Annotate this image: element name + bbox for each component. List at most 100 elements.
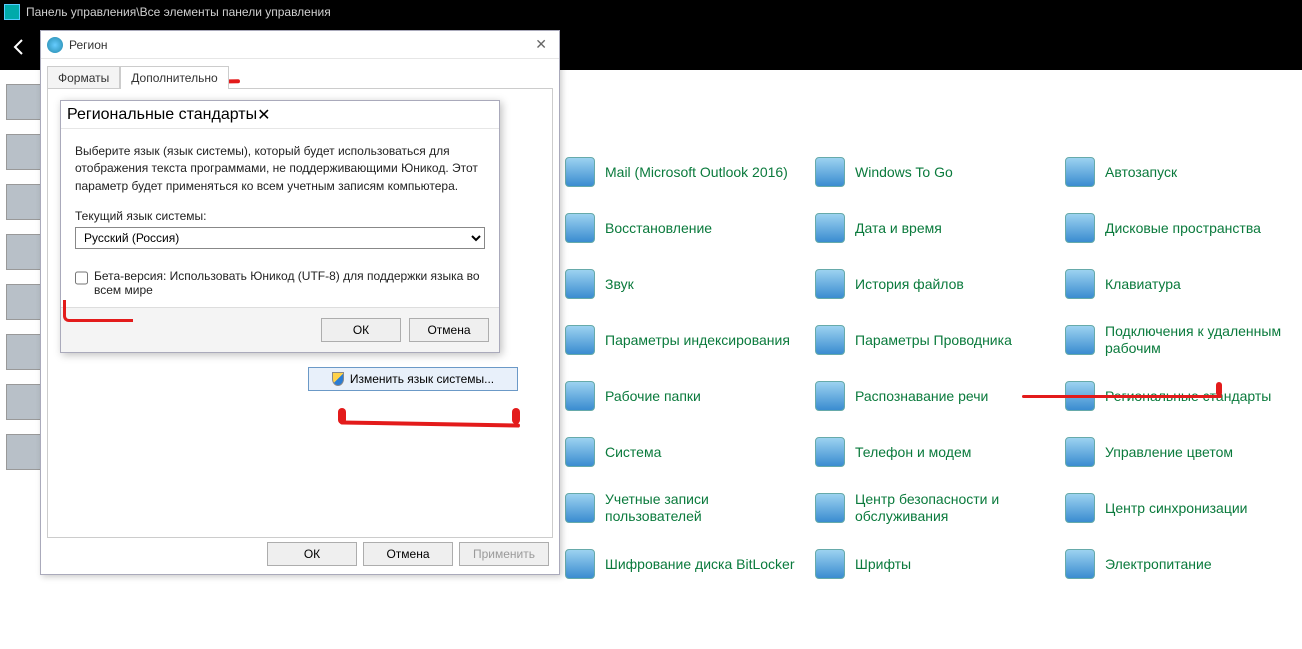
system-locale-select[interactable]: Русский (Россия) (75, 227, 485, 249)
cp-item-security-maint[interactable]: Центр безопасности и обслуживания (815, 486, 1055, 530)
dialog-titlebar: Региональные стандарты ✕ (61, 101, 499, 129)
cp-item-label: Управление цветом (1105, 444, 1233, 461)
cp-item-autoplay[interactable]: Автозапуск (1065, 150, 1302, 194)
cp-item-explorer-options[interactable]: Параметры Проводника (815, 318, 1055, 362)
cp-item-storage-spaces[interactable]: Дисковые пространства (1065, 206, 1302, 250)
cancel-button[interactable]: Отмена (363, 542, 453, 566)
cp-item-label: Электропитание (1105, 556, 1212, 573)
cp-item-label: Учетные записи пользователей (605, 491, 805, 525)
work-folders-icon (565, 381, 595, 411)
cp-item-label: Звук (605, 276, 634, 293)
cp-item-label: Подключения к удаленным рабочим (1105, 323, 1302, 357)
cp-item-sound[interactable]: Звук (565, 262, 805, 306)
ok-button[interactable]: ОК (321, 318, 401, 342)
speech-icon (815, 381, 845, 411)
title-bar-text: Панель управления\Все элементы панели уп… (26, 5, 331, 19)
cp-item-label: Рабочие папки (605, 388, 701, 405)
strip-icon (6, 184, 42, 220)
cp-item-sync-center[interactable]: Центр синхронизации (1065, 486, 1302, 530)
cp-item-label: Центр безопасности и обслуживания (855, 491, 1055, 525)
cp-item-label: Параметры Проводника (855, 332, 1012, 349)
strip-icon (6, 84, 42, 120)
storage-spaces-icon (1065, 213, 1095, 243)
cp-item-label: Восстановление (605, 220, 712, 237)
beta-utf8-label: Бета-версия: Использовать Юникод (UTF-8)… (94, 269, 485, 297)
cp-item-fonts[interactable]: Шрифты (815, 542, 1055, 586)
phone-modem-icon (815, 437, 845, 467)
cp-item-indexing[interactable]: Параметры индексирования (565, 318, 805, 362)
cp-item-user-accounts[interactable]: Учетные записи пользователей (565, 486, 805, 530)
cp-item-recovery[interactable]: Восстановление (565, 206, 805, 250)
power-icon (1065, 549, 1095, 579)
arrow-left-icon (10, 37, 30, 57)
ok-button[interactable]: ОК (267, 542, 357, 566)
security-maint-icon (815, 493, 845, 523)
dialog-title: Регион (69, 38, 108, 52)
remote-desktop-icon (1065, 325, 1095, 355)
tab-formats[interactable]: Форматы (47, 66, 120, 89)
cp-item-label: Параметры индексирования (605, 332, 790, 349)
title-bar: Панель управления\Все элементы панели уп… (0, 0, 1302, 24)
back-button[interactable] (0, 27, 40, 67)
tab-advanced[interactable]: Дополнительно (120, 66, 228, 89)
apply-button[interactable]: Применить (459, 542, 549, 566)
sound-icon (565, 269, 595, 299)
cp-item-remote-desktop[interactable]: Подключения к удаленным рабочим (1065, 318, 1302, 362)
cp-item-power[interactable]: Электропитание (1065, 542, 1302, 586)
cp-item-phone-modem[interactable]: Телефон и модем (815, 430, 1055, 474)
beta-utf8-row: Бета-версия: Использовать Юникод (UTF-8)… (75, 269, 485, 297)
cp-item-date-time[interactable]: Дата и время (815, 206, 1055, 250)
dialog-titlebar: Регион ✕ (41, 31, 559, 59)
cp-item-windows-to-go[interactable]: Windows To Go (815, 150, 1055, 194)
cp-item-label: Распознавание речи (855, 388, 988, 405)
cp-item-label: Автозапуск (1105, 164, 1177, 181)
cp-item-label: Шрифты (855, 556, 911, 573)
close-button[interactable]: ✕ (257, 105, 270, 125)
indexing-icon (565, 325, 595, 355)
change-system-locale-button[interactable]: Изменить язык системы... (308, 367, 518, 391)
change-system-locale-label: Изменить язык системы... (350, 372, 494, 386)
autoplay-icon (1065, 157, 1095, 187)
cp-item-color-mgmt[interactable]: Управление цветом (1065, 430, 1302, 474)
cp-item-label: Система (605, 444, 661, 461)
cp-item-label: История файлов (855, 276, 964, 293)
user-accounts-icon (565, 493, 595, 523)
cp-item-mail[interactable]: Mail (Microsoft Outlook 2016) (565, 150, 805, 194)
cp-item-bitlocker[interactable]: Шифрование диска BitLocker (565, 542, 805, 586)
strip-icon (6, 234, 42, 270)
current-locale-label: Текущий язык системы: (75, 209, 485, 223)
date-time-icon (815, 213, 845, 243)
sync-center-icon (1065, 493, 1095, 523)
windows-to-go-icon (815, 157, 845, 187)
fonts-icon (815, 549, 845, 579)
strip-icon (6, 384, 42, 420)
globe-icon (47, 37, 63, 53)
description-text: Выберите язык (язык системы), который бу… (75, 143, 485, 195)
strip-icon (6, 284, 42, 320)
cp-item-keyboard[interactable]: Клавиатура (1065, 262, 1302, 306)
region-icon (1065, 381, 1095, 411)
cp-item-label: Телефон и модем (855, 444, 971, 461)
cp-item-speech[interactable]: Распознавание речи (815, 374, 1055, 418)
close-button[interactable]: ✕ (529, 36, 553, 53)
cp-item-label: Клавиатура (1105, 276, 1181, 293)
strip-icon (6, 434, 42, 470)
cp-item-label: Региональные стандарты (1105, 388, 1271, 405)
cp-item-region[interactable]: Региональные стандарты (1065, 374, 1302, 418)
cp-item-file-history[interactable]: История файлов (815, 262, 1055, 306)
beta-utf8-checkbox[interactable] (75, 271, 88, 285)
system-locale-dialog: Региональные стандарты ✕ Выберите язык (… (60, 100, 500, 353)
dialog-title: Региональные стандарты (67, 106, 257, 124)
cp-item-work-folders[interactable]: Рабочие папки (565, 374, 805, 418)
recovery-icon (565, 213, 595, 243)
cp-item-label: Шифрование диска BitLocker (605, 556, 795, 573)
cp-item-label: Дата и время (855, 220, 942, 237)
cp-item-system[interactable]: Система (565, 430, 805, 474)
strip-icon (6, 334, 42, 370)
cancel-button[interactable]: Отмена (409, 318, 489, 342)
strip-icon (6, 134, 42, 170)
control-panel-icon (4, 4, 20, 20)
shield-icon (332, 372, 344, 386)
keyboard-icon (1065, 269, 1095, 299)
bitlocker-icon (565, 549, 595, 579)
